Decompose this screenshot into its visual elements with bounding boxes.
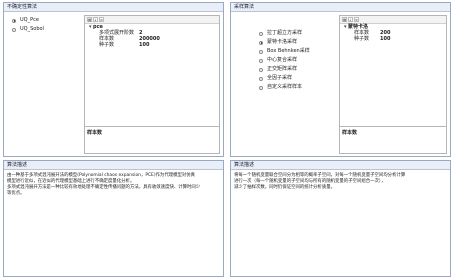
radio-unselected-icon[interactable]	[259, 76, 263, 81]
property-description-title: 样本数	[87, 130, 103, 136]
categorized-icon[interactable]: ▦	[342, 17, 347, 22]
algorithm-radio-list: UQ_Pce UQ_Sobol	[12, 16, 44, 34]
radio-label: UQ_Pce	[20, 17, 39, 23]
radio-label: UQ_Sobol	[20, 26, 44, 32]
radio-unselected-icon[interactable]	[259, 67, 263, 72]
radio-option-uq-sobol[interactable]: UQ_Sobol	[12, 25, 44, 34]
property-pages-icon[interactable]: ≡	[99, 17, 104, 22]
radio-option-orthogonal[interactable]: 正交矩阵采样	[259, 65, 310, 74]
categorized-icon[interactable]: ▦	[87, 17, 92, 22]
property-description: 样本数	[85, 126, 219, 153]
property-row[interactable]: 种子数 100	[340, 36, 446, 42]
panel-title: 算法描述	[4, 161, 223, 170]
property-grid-toolbar: ▦ ↓ ≡	[85, 16, 219, 24]
radio-label: Box Behnken采样	[267, 48, 310, 54]
radio-label: 蒙特卡洛采样	[267, 39, 298, 45]
description-text: 由一种基于多项式混沌展开法的模型(Polynomial chaos expans…	[4, 170, 223, 199]
radio-option-uq-pce[interactable]: UQ_Pce	[12, 16, 44, 25]
sort-alpha-icon[interactable]: ↓	[93, 17, 98, 22]
radio-selected-icon[interactable]	[259, 40, 263, 45]
property-pages-icon[interactable]: ≡	[354, 17, 359, 22]
radio-label: 拉丁超立方采样	[267, 30, 303, 36]
radio-option-full-factorial[interactable]: 全因子采样	[259, 74, 310, 83]
panel-title: 采样算法	[231, 3, 450, 12]
radio-option-latin-hypercube[interactable]: 拉丁超立方采样	[259, 29, 310, 38]
description-line: 等优点。	[7, 191, 25, 196]
radio-option-custom-samples[interactable]: 自定义采样样本	[259, 83, 310, 92]
radio-unselected-icon[interactable]	[259, 85, 263, 90]
radio-unselected-icon[interactable]	[259, 31, 263, 36]
property-grid: ▦ ↓ ≡ ▾ pce 多项式展开阶数 2 样本数 200000 种子数 100…	[84, 15, 220, 154]
property-grid-toolbar: ▦ ↓ ≡	[340, 16, 446, 24]
property-row[interactable]: 种子数 100	[85, 42, 219, 48]
radio-label: 自定义采样样本	[267, 84, 303, 90]
radio-unselected-icon[interactable]	[259, 58, 263, 63]
radio-label: 全因子采样	[267, 75, 293, 81]
radio-label: 中心复合采样	[267, 57, 298, 63]
property-description-title: 样本数	[342, 130, 358, 136]
uncertainty-algorithm-panel: 不确定性算法 UQ_Pce UQ_Sobol ▦ ↓ ≡ ▾ pce 多项式展开…	[3, 2, 224, 157]
description-line: 减少了抽样次数，同时仍保证空间的统计分析质量。	[234, 185, 335, 190]
algorithm-description-panel: 算法描述 将每一个随机变量联合空间分为相等的概率子空间，对每一个随机变量子空间均…	[230, 160, 451, 277]
description-line: 多项式混沌展开方法是一种比较有效地处理不确定性传播问题的方法，具有收敛速度快、计…	[7, 185, 201, 190]
radio-option-monte-carlo[interactable]: 蒙特卡洛采样	[259, 38, 310, 47]
radio-label: 正交矩阵采样	[267, 66, 298, 72]
panel-title: 不确定性算法	[4, 3, 223, 12]
sampling-algorithm-panel: 采样算法 拉丁超立方采样 蒙特卡洛采样 Box Behnken采样 中心复合采样…	[230, 2, 451, 157]
radio-unselected-icon[interactable]	[12, 27, 16, 32]
panel-title: 算法描述	[231, 161, 450, 170]
sort-alpha-icon[interactable]: ↓	[348, 17, 353, 22]
algorithm-description-panel: 算法描述 由一种基于多项式混沌展开法的模型(Polynomial chaos e…	[3, 160, 224, 277]
property-grid: ▦ ↓ ≡ ▾ 蒙特卡洛 样本数 200 种子数 100 样本数	[339, 15, 447, 154]
radio-option-central-composite[interactable]: 中心复合采样	[259, 56, 310, 65]
radio-unselected-icon[interactable]	[259, 49, 263, 54]
property-description: 样本数	[340, 126, 446, 153]
sampling-radio-list: 拉丁超立方采样 蒙特卡洛采样 Box Behnken采样 中心复合采样 正交矩阵…	[259, 29, 310, 92]
radio-selected-icon[interactable]	[12, 18, 16, 23]
description-text: 将每一个随机变量联合空间分为相等的概率子空间，对每一个随机变量子空间均分析计算 …	[231, 170, 450, 193]
radio-option-box-behnken[interactable]: Box Behnken采样	[259, 47, 310, 56]
